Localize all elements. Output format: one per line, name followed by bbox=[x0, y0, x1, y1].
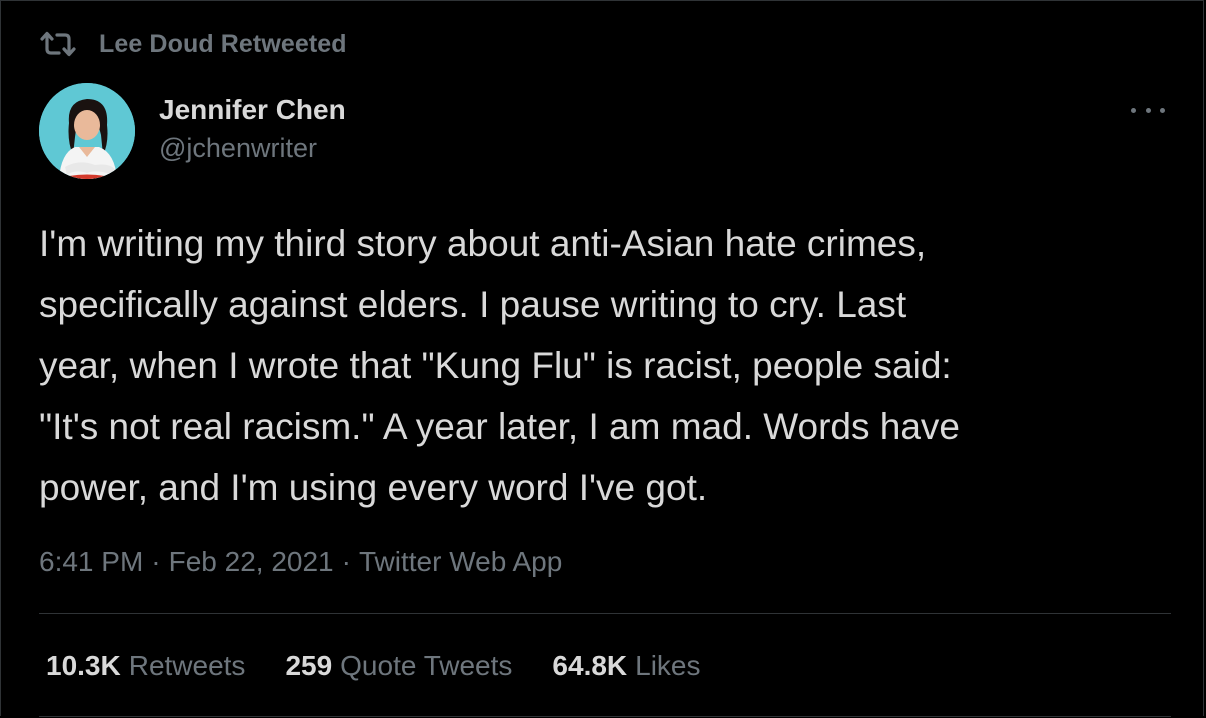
tweet-meta: 6:41 PM · Feb 22, 2021 · Twitter Web App bbox=[39, 543, 562, 581]
divider bbox=[39, 716, 1171, 717]
tweet-date[interactable]: Feb 22, 2021 bbox=[169, 543, 334, 581]
tweet-text: I'm writing my third story about anti-As… bbox=[39, 223, 961, 508]
retweet-label[interactable]: Lee Doud Retweeted bbox=[99, 30, 347, 59]
quote-tweets-label: Quote Tweets bbox=[340, 650, 513, 681]
more-dot bbox=[1145, 107, 1151, 113]
retweets-stat[interactable]: 10.3K Retweets bbox=[46, 646, 245, 686]
likes-count: 64.8K bbox=[552, 650, 628, 681]
author-name[interactable]: Jennifer Chen bbox=[159, 93, 346, 127]
likes-label: Likes bbox=[635, 650, 701, 681]
more-horizontal-icon bbox=[1131, 107, 1136, 113]
author-handle[interactable]: @jchenwriter bbox=[159, 131, 317, 165]
divider bbox=[39, 613, 1171, 614]
quote-tweets-stat[interactable]: 259 Quote Tweets bbox=[285, 646, 512, 686]
tweet-card: Lee Doud Retweeted Jennifer Chen @jchenw… bbox=[0, 0, 1204, 717]
more-options-button[interactable] bbox=[1131, 101, 1165, 119]
more-dot bbox=[1160, 107, 1165, 113]
meta-separator: · bbox=[341, 546, 351, 577]
quote-tweets-count: 259 bbox=[285, 650, 333, 681]
retweet-icon bbox=[39, 30, 77, 58]
meta-separator: · bbox=[151, 546, 161, 577]
retweets-count: 10.3K bbox=[46, 650, 121, 681]
tweet-time[interactable]: 6:41 PM bbox=[39, 543, 143, 581]
avatar[interactable] bbox=[39, 83, 135, 179]
tweet-source[interactable]: Twitter Web App bbox=[359, 543, 562, 581]
likes-stat[interactable]: 64.8K Likes bbox=[552, 646, 700, 686]
retweet-context: Lee Doud Retweeted bbox=[39, 29, 347, 59]
tweet-stats: 10.3K Retweets 259 Quote Tweets 64.8K Likes bbox=[46, 646, 741, 686]
retweets-label: Retweets bbox=[128, 650, 246, 681]
